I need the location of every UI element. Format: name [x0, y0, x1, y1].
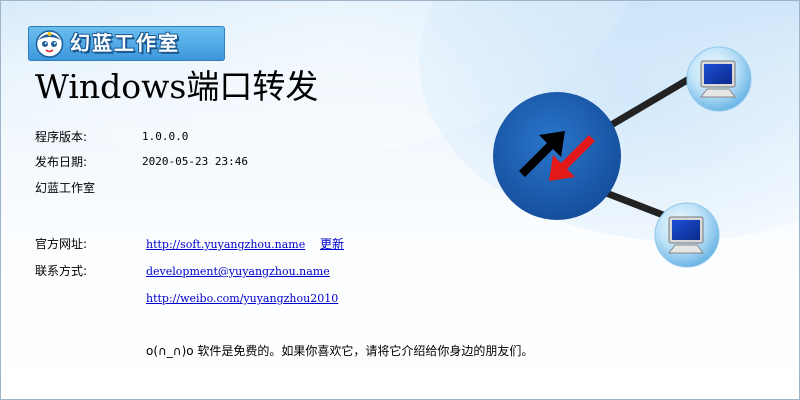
release-date-value: 2020-05-23 23:46: [142, 155, 248, 168]
computer-monitor-icon: [686, 46, 752, 112]
contact-label: 联系方式:: [35, 264, 88, 278]
email-link[interactable]: development@yuyangzhou.name: [146, 264, 330, 280]
free-software-note: o(∩_∩)o 软件是免费的。如果你喜欢它，请将它介绍给你身边的朋友们。: [146, 344, 534, 358]
about-window: 幻蓝工作室 Windows端口转发 程序版本: 1.0.0.0 发布日期: 20…: [0, 0, 800, 400]
app-title: Windows端口转发: [35, 67, 319, 106]
weibo-link[interactable]: http://weibo.com/yuyangzhou2010: [146, 291, 338, 307]
update-link[interactable]: 更新: [320, 236, 344, 252]
studio-logo: 幻蓝工作室: [28, 26, 225, 61]
version-value: 1.0.0.0: [142, 130, 189, 143]
mascot-icon: [35, 30, 64, 58]
website-label: 官方网址:: [35, 237, 88, 251]
computer-monitor-icon: [654, 202, 720, 268]
studio-name: 幻蓝工作室: [35, 181, 96, 195]
port-forward-diagram: [493, 46, 752, 268]
release-date-label: 发布日期:: [35, 155, 88, 169]
logo-text: 幻蓝工作室: [70, 31, 180, 55]
hub-transfer-icon: [493, 92, 621, 220]
website-link[interactable]: http://soft.yuyangzhou.name: [146, 237, 305, 253]
connector-line-top: [597, 75, 693, 135]
version-label: 程序版本:: [35, 130, 88, 144]
